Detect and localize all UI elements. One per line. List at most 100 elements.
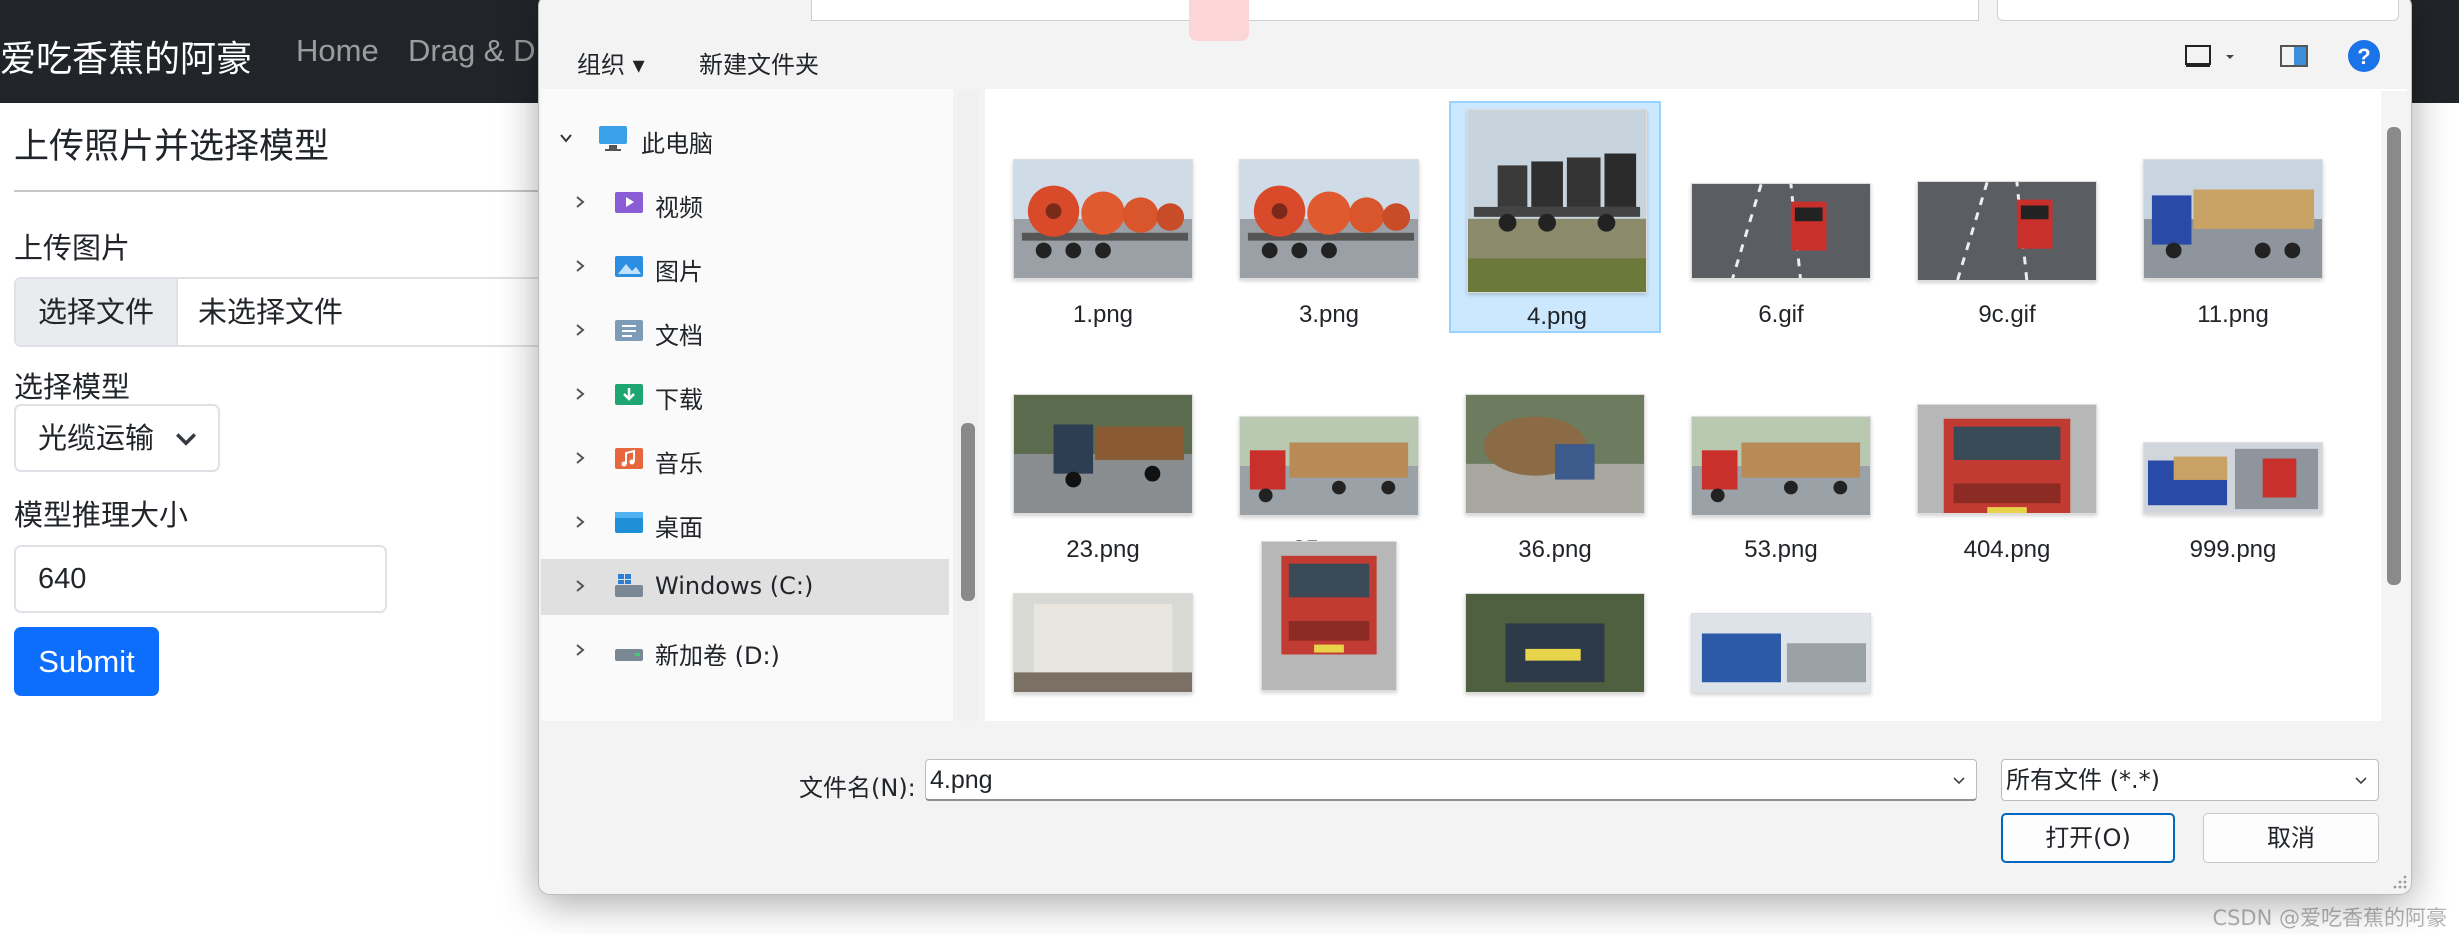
tree-item-videos[interactable]: 视频 xyxy=(541,175,949,231)
file-item[interactable] xyxy=(997,571,1209,721)
navbar-brand[interactable]: 爱吃香蕉的阿豪 xyxy=(0,30,252,82)
file-item[interactable]: 36.png xyxy=(1449,336,1661,568)
filetype-select[interactable]: 所有文件 (*.*) xyxy=(2001,759,2379,801)
inference-size-input[interactable]: 640 xyxy=(14,545,387,613)
preview-pane-icon[interactable] xyxy=(2279,43,2309,69)
search-box[interactable] xyxy=(1997,0,2399,21)
help-icon[interactable]: ? xyxy=(2347,39,2381,73)
file-item[interactable]: 23.png xyxy=(997,336,1209,568)
file-name: 11.png xyxy=(2197,301,2269,328)
content-scrollbar-thumb[interactable] xyxy=(2387,127,2401,585)
chevron-right-icon[interactable] xyxy=(571,641,589,659)
chevron-right-icon[interactable] xyxy=(571,321,589,339)
nav-link-drag-drop[interactable]: Drag & D xyxy=(408,33,535,69)
model-select[interactable]: 光缆运输 xyxy=(14,404,220,472)
resize-grip-icon[interactable] xyxy=(2391,873,2409,891)
tree-item-downloads[interactable]: 下载 xyxy=(541,367,949,423)
tree-label: 新加卷 (D:) xyxy=(655,642,780,670)
tree-item-pictures[interactable]: 图片 xyxy=(541,239,949,295)
file-input[interactable]: 选择文件 未选择文件 xyxy=(14,277,614,347)
nav-scrollbar-thumb[interactable] xyxy=(961,423,975,601)
tree-item-this-pc[interactable]: 此电脑 xyxy=(541,111,949,167)
file-item[interactable]: 404.png xyxy=(1901,336,2113,568)
file-grid: 1.png 3.png 4.png 6.gif 9c.gif 11.png 23.png 25… xyxy=(985,89,2407,721)
monitor-icon xyxy=(599,126,627,151)
form-title: 上传照片并选择模型 xyxy=(14,127,330,167)
chevron-right-icon[interactable] xyxy=(571,385,589,403)
file-name: 53.png xyxy=(1744,536,1818,563)
model-select-value: 光缆运输 xyxy=(38,421,155,455)
chevron-right-icon[interactable] xyxy=(571,257,589,275)
file-item[interactable]: 999.png xyxy=(2127,336,2339,568)
image-thumbnail xyxy=(1691,183,1871,279)
music-folder-icon xyxy=(615,448,643,469)
file-item[interactable] xyxy=(1223,541,1435,721)
chevron-down-icon xyxy=(176,433,196,446)
tree-label: 图片 xyxy=(655,258,703,286)
size-label: 模型推理大小 xyxy=(14,498,189,532)
filename-input[interactable]: 4.png xyxy=(925,759,1977,801)
chevron-right-icon[interactable] xyxy=(571,513,589,531)
tree-item-documents[interactable]: 文档 xyxy=(541,303,949,359)
tree-label: 视频 xyxy=(655,194,703,222)
desktop-folder-icon xyxy=(615,512,643,533)
caret-down-icon[interactable] xyxy=(2225,53,2235,61)
nav-link-home[interactable]: Home xyxy=(296,33,379,69)
cancel-button[interactable]: 取消 xyxy=(2203,813,2379,863)
image-thumbnail xyxy=(2143,159,2323,279)
image-thumbnail xyxy=(1917,181,2097,281)
file-status: 未选择文件 xyxy=(198,295,344,329)
chevron-down-icon[interactable] xyxy=(2353,775,2369,787)
file-name: 36.png xyxy=(1518,536,1592,563)
dialog-footer: 文件名(N): 4.png 所有文件 (*.*) 打开(O) 取消 xyxy=(539,721,2411,894)
tree-label: 音乐 xyxy=(655,450,703,478)
chevron-right-icon[interactable] xyxy=(571,577,589,595)
file-name: 3.png xyxy=(1298,301,1360,328)
image-thumbnail xyxy=(1465,394,1645,514)
submit-button[interactable]: Submit xyxy=(14,627,159,696)
file-item[interactable] xyxy=(1675,571,1887,721)
file-name: 999.png xyxy=(2189,536,2277,563)
file-item[interactable] xyxy=(1449,571,1661,721)
filename-label: 文件名(N): xyxy=(799,774,916,802)
chevron-down-icon[interactable] xyxy=(557,129,575,147)
chevron-right-icon[interactable] xyxy=(571,449,589,467)
organize-menu[interactable]: 组织 ▾ xyxy=(577,45,645,80)
video-folder-icon xyxy=(615,192,643,213)
file-item[interactable]: 9c.gif xyxy=(1901,101,2113,333)
file-item[interactable]: 6.gif xyxy=(1675,101,1887,333)
nav-scrollbar[interactable] xyxy=(957,91,979,721)
choose-file-button[interactable]: 选择文件 xyxy=(16,279,178,345)
tree-label: 文档 xyxy=(655,322,703,350)
image-thumbnail xyxy=(1465,593,1645,693)
file-name: 9c.gif xyxy=(1978,301,2036,328)
pictures-folder-icon xyxy=(615,256,643,277)
image-thumbnail xyxy=(1013,593,1193,693)
image-thumbnail xyxy=(1239,159,1419,279)
drive-icon xyxy=(615,649,643,661)
chevron-down-icon[interactable] xyxy=(1951,775,1967,787)
file-item[interactable]: 3.png xyxy=(1223,101,1435,333)
view-mode-icon[interactable] xyxy=(2183,43,2213,69)
file-item[interactable]: 1.png xyxy=(997,101,1209,333)
file-item[interactable]: 4.png xyxy=(1449,101,1661,333)
image-thumbnail xyxy=(1239,416,1419,516)
windows-drive-icon xyxy=(615,574,643,597)
tree-item-desktop[interactable]: 桌面 xyxy=(541,495,949,551)
tree-item-windows-c[interactable]: Windows (C:) xyxy=(541,559,949,615)
image-thumbnail xyxy=(1691,416,1871,516)
address-bar[interactable] xyxy=(811,0,1979,21)
tree-label: 桌面 xyxy=(655,514,703,542)
open-button[interactable]: 打开(O) xyxy=(2001,813,2175,863)
file-item[interactable]: 11.png xyxy=(2127,101,2339,333)
file-item[interactable]: 25.png xyxy=(1223,336,1435,568)
tree-item-volume-d[interactable]: 新加卷 (D:) xyxy=(541,623,949,679)
dialog-toolbar: 组织 ▾ 新建文件夹 ? xyxy=(539,25,2411,89)
documents-folder-icon xyxy=(615,320,643,341)
new-folder-button[interactable]: 新建文件夹 xyxy=(699,45,819,80)
chevron-right-icon[interactable] xyxy=(571,193,589,211)
tree-item-music[interactable]: 音乐 xyxy=(541,431,949,487)
file-item[interactable]: 53.png xyxy=(1675,336,1887,568)
watermark: CSDN @爱吃香蕉的阿豪 xyxy=(2212,906,2447,930)
file-name: 23.png xyxy=(1066,536,1140,563)
